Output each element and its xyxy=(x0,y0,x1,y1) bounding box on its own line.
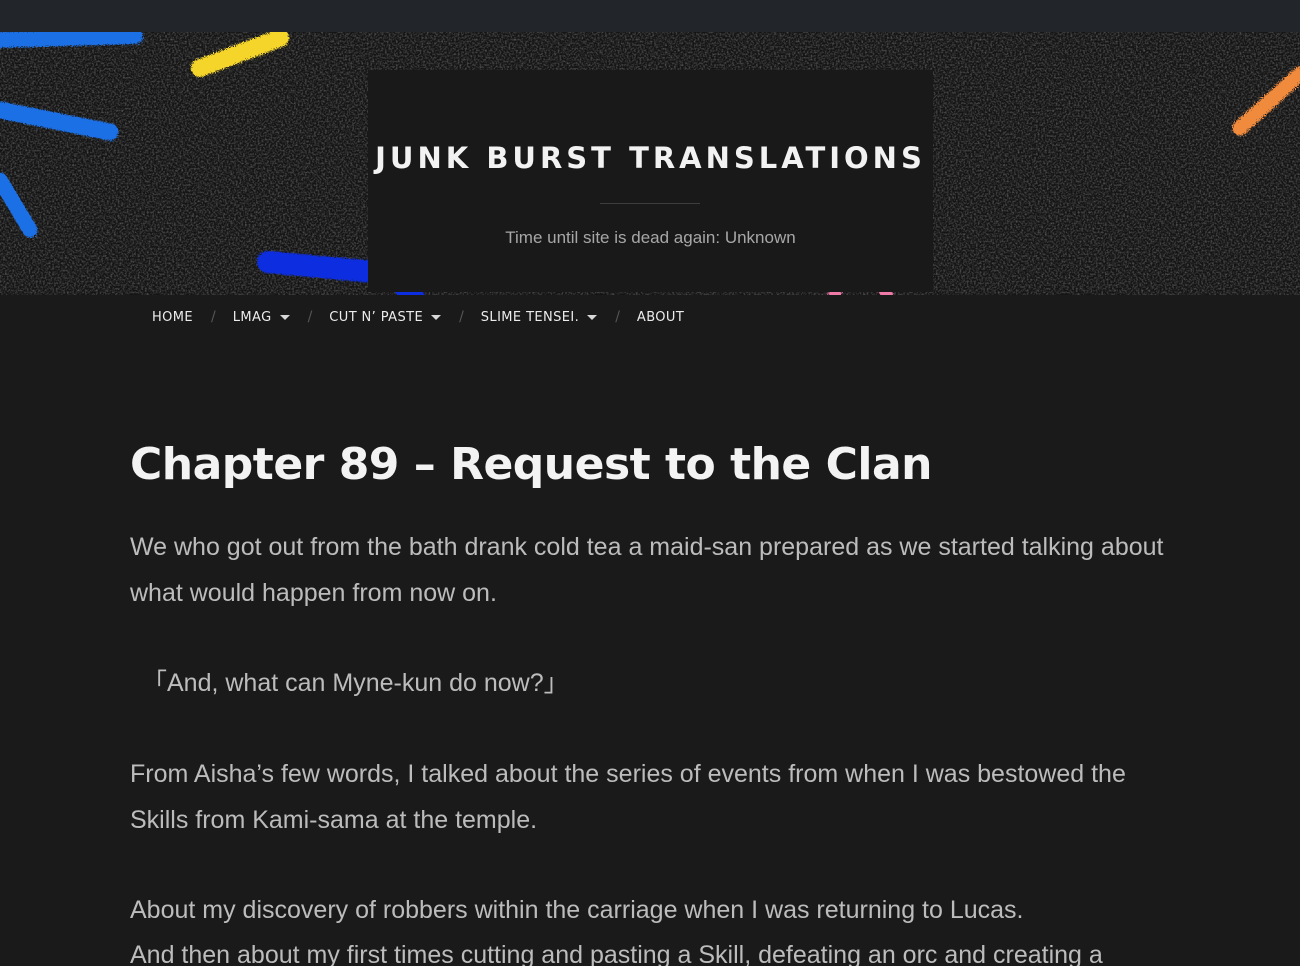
title-divider xyxy=(600,203,700,204)
nav-item-slime-tensei[interactable]: SLIME TENSEI. xyxy=(481,310,598,325)
nav-separator: / xyxy=(459,309,464,325)
post-title: Chapter 89 – Request to the Clan xyxy=(130,439,932,490)
main-navigation: HOME / LMAG / CUT N’ PASTE / SLIME TENSE… xyxy=(0,295,1300,339)
nav-item-label[interactable]: ABOUT xyxy=(637,310,684,325)
caret-down-icon[interactable] xyxy=(431,315,442,320)
admin-top-bar xyxy=(0,0,1300,33)
nav-menu: HOME / LMAG / CUT N’ PASTE / SLIME TENSE… xyxy=(152,309,684,325)
post-content: Chapter 89 – Request to the Clan We who … xyxy=(130,432,1190,966)
post-paragraph: And then about my first times cutting an… xyxy=(130,941,1103,966)
post-paragraph: We who got out from the bath drank cold … xyxy=(130,533,1164,607)
post-paragraph: About my discovery of robbers within the… xyxy=(130,896,1024,924)
caret-down-icon[interactable] xyxy=(587,315,598,320)
nav-item-label[interactable]: SLIME TENSEI. xyxy=(481,310,579,325)
site-branding: JUNK BURST TRANSLATIONS Time until site … xyxy=(368,70,933,292)
nav-separator: / xyxy=(615,309,620,325)
caret-down-icon[interactable] xyxy=(279,315,290,320)
nav-item-lmag[interactable]: LMAG xyxy=(233,310,290,325)
nav-item-cut-n-paste[interactable]: CUT N’ PASTE xyxy=(329,310,442,325)
nav-item-label[interactable]: HOME xyxy=(152,310,193,325)
site-header: JUNK BURST TRANSLATIONS Time until site … xyxy=(0,32,1300,295)
nav-separator: / xyxy=(307,309,313,325)
nav-item-home[interactable]: HOME xyxy=(152,310,193,325)
site-tagline: Time until site is dead again: Unknown xyxy=(505,228,796,247)
post-paragraph-dialogue: 「And, what can Myne-kun do now?」 xyxy=(142,669,569,697)
post-paragraph: From Aisha’s few words, I talked about t… xyxy=(130,760,1126,834)
nav-item-label[interactable]: CUT N’ PASTE xyxy=(329,310,423,325)
site-title[interactable]: JUNK BURST TRANSLATIONS xyxy=(368,140,933,176)
nav-item-label[interactable]: LMAG xyxy=(233,310,272,325)
nav-item-about[interactable]: ABOUT xyxy=(637,310,684,325)
nav-separator: / xyxy=(211,309,216,325)
